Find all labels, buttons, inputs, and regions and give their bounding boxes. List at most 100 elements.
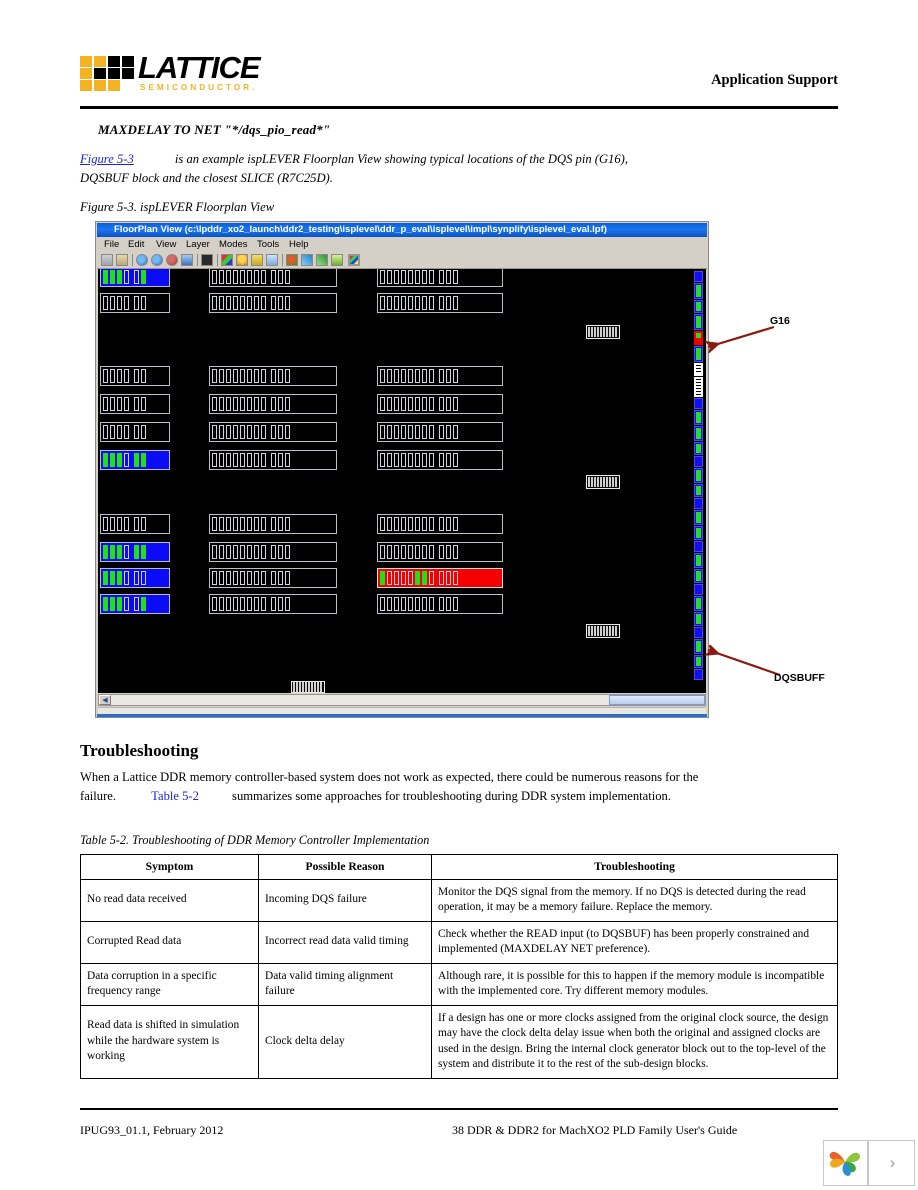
io-pad[interactable] <box>694 498 703 509</box>
hierarchy-icon[interactable] <box>331 254 343 266</box>
plc-block[interactable] <box>209 568 337 588</box>
plc-block-selected[interactable] <box>100 269 170 287</box>
table-row: Corrupted Read data Incorrect read data … <box>80 920 838 964</box>
document-page: LATTICE SEMICONDUCTOR. Application Suppo… <box>0 0 918 1188</box>
footer-left: IPUG93_01.1, February 2012 <box>80 1123 224 1137</box>
next-page-button[interactable]: › <box>868 1140 915 1186</box>
plc-block[interactable] <box>100 394 170 414</box>
plc-block[interactable] <box>100 293 170 313</box>
io-pad[interactable] <box>694 283 703 299</box>
menu-layer[interactable]: Layer <box>183 238 213 251</box>
io-pad[interactable] <box>694 541 703 552</box>
plc-block[interactable] <box>209 542 337 562</box>
io-pad[interactable] <box>694 553 703 568</box>
bulb-icon[interactable] <box>236 254 248 266</box>
slice-r7c25d-highlight[interactable] <box>377 568 503 588</box>
io-pad[interactable] <box>694 526 703 540</box>
io-pad[interactable] <box>694 569 703 583</box>
zoom-fit-icon[interactable] <box>181 254 193 266</box>
menu-help[interactable]: Help <box>286 238 312 251</box>
plc-block[interactable] <box>377 394 503 414</box>
plc-block[interactable] <box>209 366 337 386</box>
plc-block-selected[interactable] <box>100 450 170 470</box>
ebr-block[interactable] <box>586 325 620 339</box>
io-pad[interactable] <box>694 612 703 626</box>
troubleshooting-paragraph: When a Lattice DDR memory controller-bas… <box>80 768 700 805</box>
menu-modes[interactable]: Modes <box>216 238 251 251</box>
io-pad[interactable] <box>694 456 703 467</box>
plc-block[interactable] <box>209 422 337 442</box>
toolbar <box>97 252 707 269</box>
menu-edit[interactable]: Edit <box>125 238 147 251</box>
find-icon[interactable] <box>201 254 213 266</box>
window-titlebar[interactable]: FloorPlan View (c:\lpddr_xo2_launch\ddr2… <box>97 223 707 237</box>
table-5-2-link[interactable]: Table 5-2 <box>151 789 199 803</box>
plc-block[interactable] <box>377 542 503 562</box>
io-pad[interactable] <box>694 510 703 525</box>
menu-tools[interactable]: Tools <box>254 238 282 251</box>
plc-block[interactable] <box>100 366 170 386</box>
menu-file[interactable]: File <box>101 238 122 251</box>
netlist-icon[interactable] <box>301 254 313 266</box>
print-icon[interactable] <box>116 254 128 266</box>
plc-block[interactable] <box>377 450 503 470</box>
horizontal-scrollbar[interactable]: ◀ <box>98 694 706 706</box>
zoom-select-icon[interactable] <box>166 254 178 266</box>
plc-block[interactable] <box>100 422 170 442</box>
plc-block-selected[interactable] <box>100 542 170 562</box>
ebr-block[interactable] <box>291 681 325 693</box>
figure-5-3-link[interactable]: Figure 5-3 <box>80 152 134 166</box>
ebr-block[interactable] <box>586 475 620 489</box>
io-pad[interactable] <box>694 300 703 313</box>
plc-block[interactable] <box>377 594 503 614</box>
g16-callout-arrow <box>703 325 775 353</box>
io-pad[interactable] <box>694 442 703 455</box>
brand-logo-button[interactable] <box>823 1140 868 1186</box>
connections-icon[interactable] <box>316 254 328 266</box>
highlight-icon[interactable] <box>286 254 298 266</box>
plc-block-selected[interactable] <box>100 568 170 588</box>
io-pad[interactable] <box>694 596 703 611</box>
plc-block[interactable] <box>209 514 337 534</box>
plc-block[interactable] <box>209 394 337 414</box>
plc-block[interactable] <box>377 293 503 313</box>
io-pad[interactable] <box>694 484 703 497</box>
scroll-thumb[interactable] <box>609 695 705 705</box>
plc-block[interactable] <box>377 514 503 534</box>
save-icon[interactable] <box>101 254 113 266</box>
region-icon[interactable] <box>266 254 278 266</box>
io-pad[interactable] <box>694 627 703 638</box>
plc-block[interactable] <box>377 422 503 442</box>
plc-block[interactable] <box>209 269 337 287</box>
placement-icon[interactable] <box>221 254 233 266</box>
cell-fix: Check whether the READ input (to DQSBUF)… <box>431 920 838 964</box>
scroll-left-button[interactable]: ◀ <box>99 695 111 705</box>
io-pad[interactable] <box>694 398 703 409</box>
plc-block[interactable] <box>377 366 503 386</box>
floorplan-window: FloorPlan View (c:\lpddr_xo2_launch\ddr2… <box>95 221 709 718</box>
io-pad[interactable] <box>694 584 703 595</box>
io-pad[interactable] <box>694 468 703 483</box>
plc-block[interactable] <box>209 450 337 470</box>
zoom-out-icon[interactable] <box>151 254 163 266</box>
floorplan-canvas[interactable] <box>98 269 706 693</box>
io-pad[interactable] <box>694 363 703 376</box>
plc-block[interactable] <box>209 293 337 313</box>
zoom-in-icon[interactable] <box>136 254 148 266</box>
route-icon[interactable] <box>251 254 263 266</box>
section-heading-troubleshooting: Troubleshooting <box>80 741 199 760</box>
callout-label-dqsbuff: DQSBUFF <box>774 672 825 684</box>
plc-block[interactable] <box>100 514 170 534</box>
io-pad[interactable] <box>694 426 703 441</box>
colors-icon[interactable] <box>348 254 360 266</box>
cell-fix: If a design has one or more clocks assig… <box>431 1004 838 1079</box>
io-pad[interactable] <box>694 377 703 397</box>
plc-block[interactable] <box>377 269 503 287</box>
plc-block-selected[interactable] <box>100 594 170 614</box>
ebr-block[interactable] <box>586 624 620 638</box>
io-pad[interactable] <box>694 271 703 282</box>
maxdelay-code-line: MAXDELAY TO NET "*/dqs_pio_read*" <box>98 122 331 137</box>
menu-view[interactable]: View <box>153 238 179 251</box>
plc-block[interactable] <box>209 594 337 614</box>
io-pad[interactable] <box>694 410 703 425</box>
